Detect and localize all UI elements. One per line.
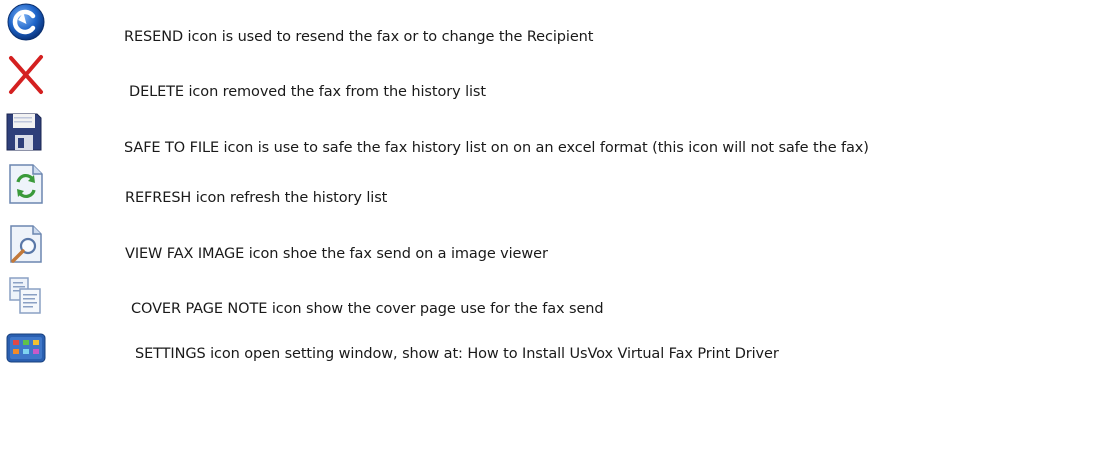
settings-description: SETTINGS icon open setting window, show … bbox=[135, 346, 779, 362]
resend-icon bbox=[6, 2, 46, 42]
settings-icon bbox=[6, 333, 46, 363]
delete-icon bbox=[6, 52, 46, 96]
resend-description: RESEND icon is used to resend the fax or… bbox=[124, 29, 594, 45]
delete-description: DELETE icon removed the fax from the his… bbox=[129, 84, 486, 100]
refresh-description: REFRESH icon refresh the history list bbox=[125, 190, 388, 206]
cover-page-icon bbox=[8, 276, 44, 316]
refresh-icon bbox=[7, 163, 45, 205]
save-icon bbox=[4, 111, 44, 153]
cover-page-description: COVER PAGE NOTE icon show the cover page… bbox=[131, 301, 604, 317]
view-image-icon bbox=[7, 224, 45, 264]
view-image-description: VIEW FAX IMAGE icon shoe the fax send on… bbox=[125, 246, 548, 262]
save-description: SAFE TO FILE icon is use to safe the fax… bbox=[124, 140, 869, 156]
